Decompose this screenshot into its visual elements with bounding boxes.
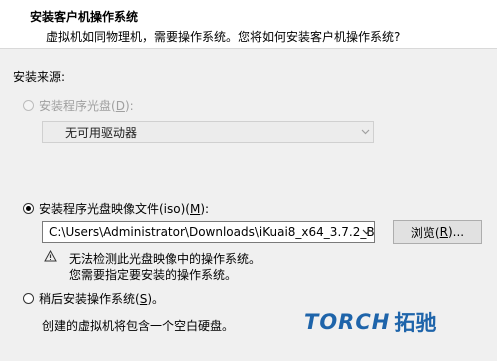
iso-path-input[interactable]: C:\Users\Administrator\Downloads\iKuai8_… bbox=[49, 225, 374, 239]
radio-button-iso[interactable] bbox=[23, 203, 34, 214]
chevron-down-icon bbox=[357, 122, 373, 142]
chevron-down-icon[interactable] bbox=[358, 222, 374, 242]
browse-button[interactable]: 浏览(R)... bbox=[393, 220, 482, 244]
page-subtitle: 虚拟机如同物理机，需要操作系统。您将如何安装客户机操作系统? bbox=[46, 30, 401, 44]
radio-install-later[interactable]: 稍后安装操作系统(S)。 bbox=[23, 290, 164, 307]
install-later-description: 创建的虚拟机将包含一个空白硬盘。 bbox=[42, 319, 235, 333]
warning-text-line2: 您需要指定要安装的操作系统。 bbox=[69, 268, 238, 282]
warning-text-line1: 无法检测此光盘映像中的操作系统。 bbox=[69, 252, 262, 266]
iso-path-combo[interactable]: C:\Users\Administrator\Downloads\iKuai8_… bbox=[42, 221, 375, 243]
radio-label-disc: 安装程序光盘(D): bbox=[39, 99, 134, 113]
wizard-header: 安装客户机操作系统 虚拟机如同物理机，需要操作系统。您将如何安装客户机操作系统? bbox=[0, 0, 497, 49]
watermark-en: TORCH bbox=[304, 310, 391, 334]
drive-select-value: 无可用驱动器 bbox=[65, 125, 138, 140]
radio-button-later[interactable] bbox=[23, 293, 34, 304]
radio-label-later: 稍后安装操作系统(S)。 bbox=[39, 292, 164, 306]
drive-select[interactable]: 无可用驱动器 bbox=[42, 121, 374, 143]
install-source-label: 安装来源: bbox=[13, 70, 66, 84]
warning-triangle-icon bbox=[44, 249, 57, 265]
torch-watermark-logo: TORCH 拓驰 bbox=[304, 307, 436, 337]
radio-label-iso: 安装程序光盘映像文件(iso)(M): bbox=[39, 202, 210, 216]
radio-install-disc[interactable]: 安装程序光盘(D): bbox=[23, 97, 134, 114]
watermark-cn: 拓驰 bbox=[394, 311, 437, 335]
radio-install-iso[interactable]: 安装程序光盘映像文件(iso)(M): bbox=[23, 200, 209, 217]
page-title: 安装客户机操作系统 bbox=[30, 10, 139, 24]
radio-button-disc[interactable] bbox=[23, 100, 34, 111]
